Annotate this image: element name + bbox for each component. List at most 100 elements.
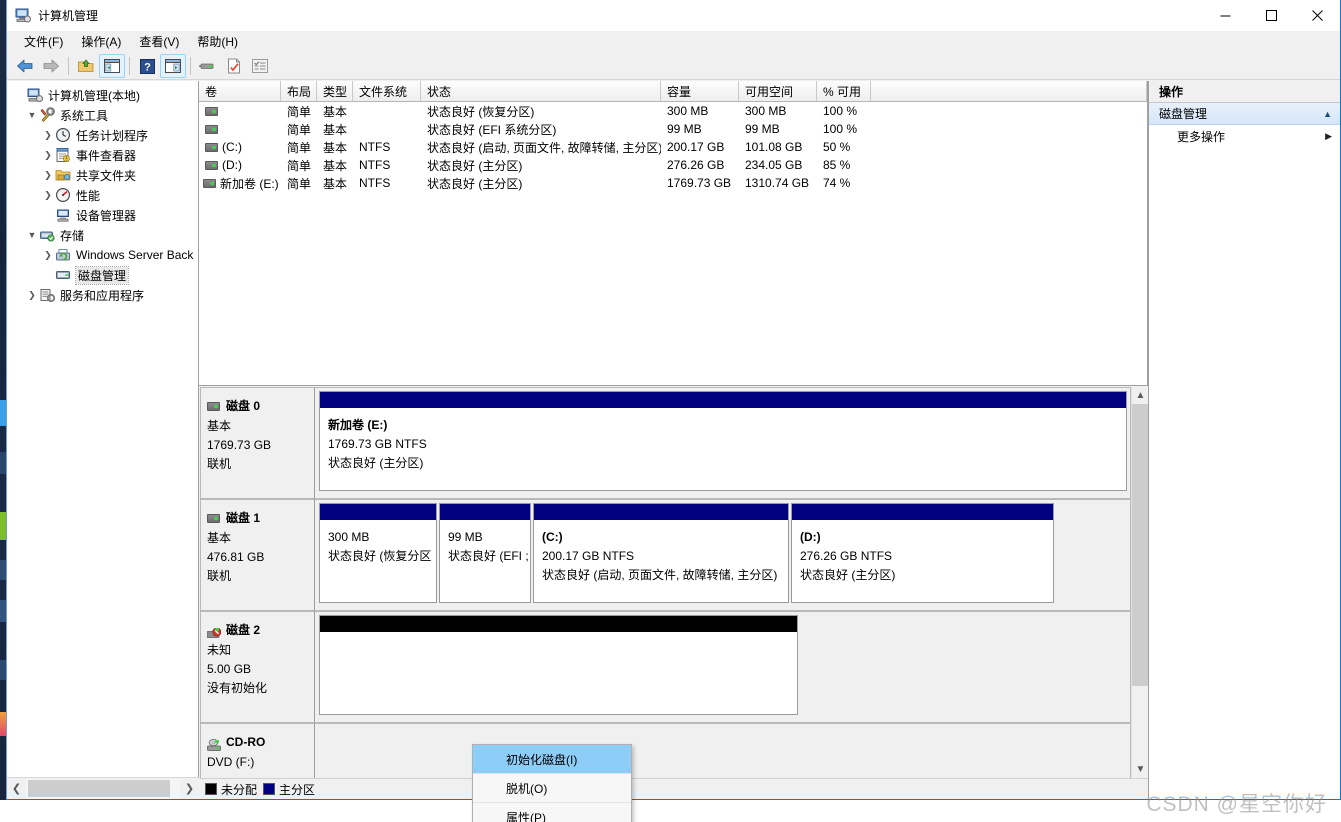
- context-menu-item-initialize-disk[interactable]: 初始化磁盘(I): [473, 745, 631, 774]
- disk-state: 联机: [207, 457, 232, 471]
- help-icon[interactable]: ?: [134, 54, 160, 78]
- tree-item-system-tools[interactable]: ▼ 系统工具: [7, 105, 198, 125]
- back-icon[interactable]: [12, 54, 38, 78]
- disk-view-vertical-scrollbar[interactable]: ▲ ▼: [1131, 387, 1148, 778]
- caret-right-icon[interactable]: ▶: [1325, 131, 1332, 142]
- disk-info-2[interactable]: 磁盘 2 未知 5.00 GB 没有初始化: [200, 611, 315, 723]
- column-header-volume[interactable]: 卷: [199, 81, 281, 101]
- menu-file[interactable]: 文件(F): [15, 31, 72, 52]
- screen: 计算机管理 文件(F) 操作(A) 查看(V) 帮助(H) ? 计算机管理(本地…: [0, 0, 1341, 822]
- partition-size: 99 MB: [448, 530, 483, 544]
- column-header-freespace[interactable]: 可用空间: [739, 81, 817, 101]
- tree-item-disk-management[interactable]: 磁盘管理: [7, 265, 198, 285]
- chevron-down-icon[interactable]: ▼: [25, 108, 39, 122]
- disk-row-1[interactable]: 磁盘 1 基本 476.81 GB 联机 300 MB 状态良好 (恢复分区 9…: [199, 499, 1131, 611]
- cell-status: 状态良好 (主分区): [427, 176, 523, 191]
- disk-row-2[interactable]: 磁盘 2 未知 5.00 GB 没有初始化: [199, 611, 1131, 723]
- scroll-thumb[interactable]: [1132, 404, 1148, 686]
- cell-type: 基本: [323, 104, 348, 119]
- forward-icon[interactable]: [38, 54, 64, 78]
- chevron-right-icon[interactable]: ❯: [41, 148, 55, 162]
- tree-item-services-and-applications[interactable]: ❯ 服务和应用程序: [7, 285, 198, 305]
- disk-name: 磁盘 2: [226, 623, 261, 637]
- action-item-more-actions[interactable]: 更多操作 ▶: [1149, 125, 1340, 147]
- scroll-left-arrow-icon[interactable]: ❮: [7, 778, 26, 799]
- tree-item-label: 系统工具: [60, 108, 109, 123]
- cell-freespace: 1310.74 GB: [745, 176, 810, 190]
- column-header-filler[interactable]: [871, 81, 1147, 101]
- chevron-right-icon[interactable]: ❯: [41, 248, 55, 262]
- partition-details: (D:) 276.26 GB NTFS 状态良好 (主分区): [792, 520, 1053, 602]
- column-header-filesystem[interactable]: 文件系统: [353, 81, 421, 101]
- table-row[interactable]: 新加卷 (E:) 简单 基本 NTFS 状态良好 (主分区) 1769.73 G…: [199, 174, 1147, 192]
- column-header-capacity[interactable]: 容量: [661, 81, 739, 101]
- column-header-layout[interactable]: 布局: [281, 81, 317, 101]
- scroll-right-arrow-icon[interactable]: ❯: [180, 778, 199, 799]
- table-row[interactable]: 简单 基本 状态良好 (EFI 系统分区) 99 MB 99 MB 100 %: [199, 120, 1147, 138]
- disk-row-0[interactable]: 磁盘 0 基本 1769.73 GB 联机 新加卷 (E:) 1769.73 G…: [199, 387, 1131, 499]
- window-controls: [1202, 0, 1340, 31]
- disk-info-0[interactable]: 磁盘 0 基本 1769.73 GB 联机: [200, 387, 315, 499]
- maximize-button[interactable]: [1248, 0, 1294, 31]
- menu-view[interactable]: 查看(V): [130, 31, 188, 52]
- column-header-status[interactable]: 状态: [421, 81, 661, 101]
- partition-label: 新加卷 (E:): [328, 418, 388, 432]
- chevron-right-icon[interactable]: ❯: [25, 288, 39, 302]
- table-row[interactable]: 简单 基本 状态良好 (恢复分区) 300 MB 300 MB 100 %: [199, 102, 1147, 120]
- chevron-right-icon[interactable]: ❯: [41, 188, 55, 202]
- tree-item-storage[interactable]: ▼ 存储: [7, 225, 198, 245]
- tree-item-windows-server-backup[interactable]: ❯ Windows Server Back: [7, 245, 198, 265]
- tree-item-computer-management[interactable]: 计算机管理(本地): [7, 85, 198, 105]
- caret-up-icon[interactable]: ▲: [1323, 109, 1332, 119]
- actions-group-disk-management[interactable]: 磁盘管理 ▲: [1149, 103, 1340, 125]
- export-list-icon[interactable]: [221, 54, 247, 78]
- table-row[interactable]: (D:) 简单 基本 NTFS 状态良好 (主分区) 276.26 GB 234…: [199, 156, 1147, 174]
- tree-item-device-manager[interactable]: 设备管理器: [7, 205, 198, 225]
- tree-item-task-scheduler[interactable]: ❯ 任务计划程序: [7, 125, 198, 145]
- partition-size: 1769.73 GB NTFS: [328, 437, 427, 451]
- partition-e[interactable]: 新加卷 (E:) 1769.73 GB NTFS 状态良好 (主分区): [319, 391, 1127, 491]
- cdrom-info[interactable]: CD-RO DVD (F:): [200, 723, 315, 778]
- toolbar-separator-3: [190, 57, 191, 75]
- show-hide-tree-icon[interactable]: [99, 54, 125, 78]
- scroll-down-arrow-icon[interactable]: ▼: [1132, 761, 1148, 778]
- cdrom-row[interactable]: CD-RO DVD (F:): [199, 723, 1131, 778]
- cell-volume: 新加卷 (E:): [220, 176, 279, 191]
- tree-item-event-viewer[interactable]: ❯ ! 事件查看器: [7, 145, 198, 165]
- cell-percent: 100 %: [823, 122, 858, 136]
- refresh-icon[interactable]: [195, 54, 221, 78]
- column-header-type[interactable]: 类型: [317, 81, 353, 101]
- partition-d[interactable]: (D:) 276.26 GB NTFS 状态良好 (主分区): [791, 503, 1054, 603]
- disk-type: 基本: [207, 419, 232, 433]
- menu-help[interactable]: 帮助(H): [188, 31, 247, 52]
- up-folder-icon[interactable]: [73, 54, 99, 78]
- tree-horizontal-scrollbar[interactable]: ❮ ❯: [7, 777, 199, 799]
- chevron-right-icon[interactable]: ❯: [41, 168, 55, 182]
- show-action-pane-icon[interactable]: [160, 54, 186, 78]
- disk-info-1[interactable]: 磁盘 1 基本 476.81 GB 联机: [200, 499, 315, 611]
- title-bar: 计算机管理: [7, 0, 1340, 31]
- menu-action[interactable]: 操作(A): [72, 31, 130, 52]
- scroll-track[interactable]: [26, 778, 180, 799]
- disk-icon: [207, 401, 220, 411]
- table-row[interactable]: (C:) 简单 基本 NTFS 状态良好 (启动, 页面文件, 故障转储, 主分…: [199, 138, 1147, 156]
- scroll-up-arrow-icon[interactable]: ▲: [1132, 387, 1148, 404]
- partition-c[interactable]: (C:) 200.17 GB NTFS 状态良好 (启动, 页面文件, 故障转储…: [533, 503, 789, 603]
- properties-icon[interactable]: [247, 54, 273, 78]
- cell-filesystem: NTFS: [359, 176, 391, 190]
- minimize-button[interactable]: [1202, 0, 1248, 31]
- tree-item-performance[interactable]: ❯ 性能: [7, 185, 198, 205]
- tree-item-shared-folders[interactable]: ❯ 共享文件夹: [7, 165, 198, 185]
- cell-capacity: 1769.73 GB: [667, 176, 732, 190]
- cell-capacity: 276.26 GB: [667, 158, 725, 172]
- partition-recovery[interactable]: 300 MB 状态良好 (恢复分区: [319, 503, 437, 603]
- scroll-thumb[interactable]: [28, 779, 170, 797]
- partition-efi[interactable]: 99 MB 状态良好 (EFI ;: [439, 503, 531, 603]
- chevron-down-icon[interactable]: ▼: [25, 228, 39, 242]
- chevron-right-icon[interactable]: ❯: [41, 128, 55, 142]
- context-menu-item-properties[interactable]: 属性(P): [473, 803, 631, 822]
- partition-unallocated[interactable]: [319, 615, 798, 715]
- close-button[interactable]: [1294, 0, 1340, 31]
- context-menu-item-offline[interactable]: 脱机(O): [473, 774, 631, 803]
- column-header-percent-free[interactable]: % 可用: [817, 81, 871, 101]
